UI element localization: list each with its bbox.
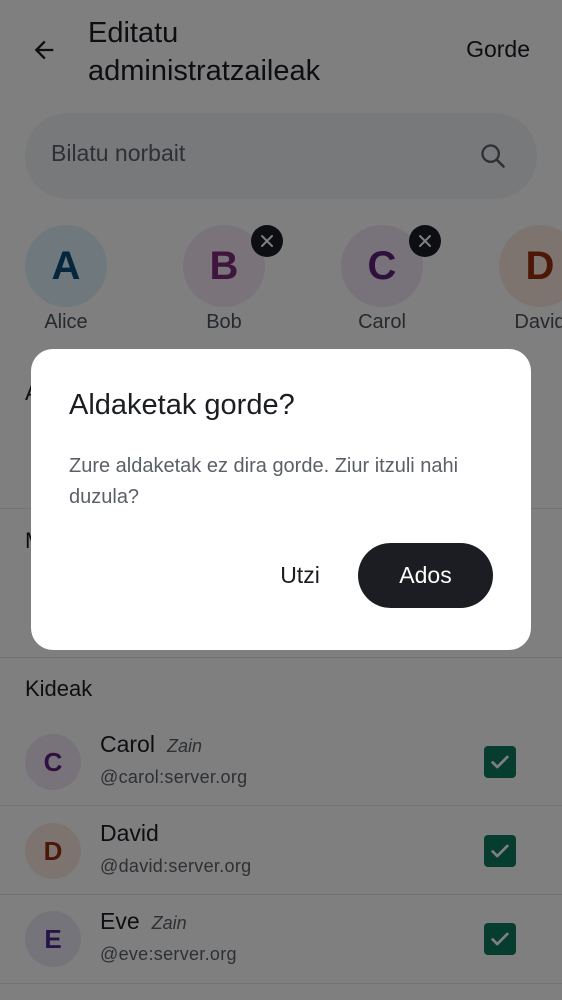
ok-button[interactable]: Ados [358, 543, 493, 608]
cancel-button[interactable]: Utzi [259, 543, 341, 607]
dialog-message: Zure aldaketak ez dira gorde. Ziur itzul… [69, 455, 459, 508]
dialog-title: Aldaketak gorde? [69, 389, 295, 421]
save-changes-dialog: Aldaketak gorde? Zure aldaketak ez dira … [31, 349, 531, 650]
